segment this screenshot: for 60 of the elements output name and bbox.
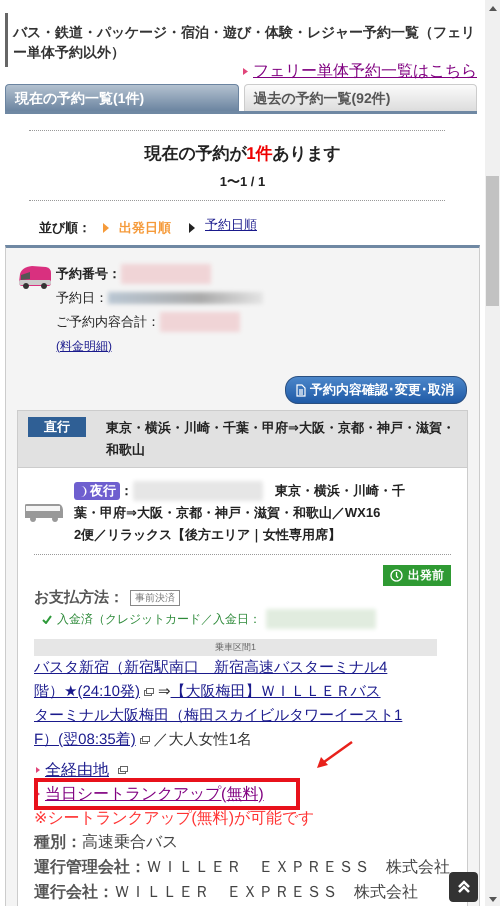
detail-link[interactable]: 全経由地 (45, 760, 109, 780)
bus-detail-text: 2便／リラックス【後方エリア｜女性専用席】 (74, 526, 342, 544)
pointer-arrow (316, 741, 354, 769)
window-icon (144, 688, 154, 696)
arrival-stop-link[interactable]: F）(翌08:35着) (34, 728, 136, 752)
document-icon (296, 384, 306, 396)
sort-label: 並び順： (39, 219, 91, 237)
triangle-icon (36, 791, 40, 797)
scroll-down-icon[interactable] (488, 897, 496, 902)
departure-stop-link[interactable]: 階）★(24:10発) (34, 680, 140, 704)
sort-option[interactable]: 予約日順 (205, 216, 257, 234)
detail-link[interactable]: 当日シートランクアップ(無料) (45, 784, 264, 804)
payment-status-text: 入金済（クレジットカード／入金日： (57, 610, 261, 628)
arrival-stop-link[interactable]: ターミナル大阪梅田（梅田スカイビルタワーイースト1 (34, 704, 402, 728)
triangle-icon (36, 767, 40, 773)
info-value: ＷＩＬＬＥＲ ＥＸＰＲＥＳＳ 株式会社 (146, 859, 450, 876)
triangle-icon (189, 223, 195, 233)
reservation-date-label: 予約日： (56, 289, 108, 307)
van-icon (18, 264, 52, 290)
reservation-count-heading: 現在の予約が1件あります (143, 143, 342, 165)
info-value: 高速乗合バス (82, 834, 178, 851)
scroll-to-top-button[interactable] (449, 872, 478, 902)
triangle-icon (243, 68, 248, 75)
window-icon (118, 766, 128, 774)
segment-header: 乗車区間1 (34, 639, 437, 656)
page-title: バス・鉄道・パッケージ・宿泊・遊び・体験・レジャー予約一覧（フェリー単体予約以外） (13, 23, 476, 62)
info-value: ＷＩＬＬＥＲ ＥＸＰＲＥＳＳ 株式会社 (114, 884, 418, 901)
info-label: 種別： (34, 834, 82, 851)
arrow-text: ⇒ (158, 682, 171, 702)
triangle-icon (103, 223, 109, 233)
separator-text: ： (120, 482, 133, 500)
check-icon (42, 614, 52, 624)
ferry-link[interactable]: フェリー単体予約一覧はこちら (253, 61, 477, 82)
scrollbar[interactable] (485, 0, 500, 906)
tab[interactable]: 過去の予約一覧(92件) (244, 84, 477, 111)
passenger-text: ／大人女性1名 (154, 730, 252, 750)
direct-badge: 直行 (28, 417, 86, 437)
scroll-thumb[interactable] (486, 176, 499, 306)
double-chevron-icon (456, 880, 470, 894)
route-text: 東京・横浜・川崎・千葉・甲府⇒大阪・京都・神戸・滋賀・和歌山 (106, 419, 456, 459)
manage-reservation-button[interactable]: 予約内容確認･変更･取消 (285, 376, 467, 404)
bus-icon (24, 503, 64, 523)
payment-tag: 事前決済 (130, 590, 180, 606)
window-icon (140, 736, 150, 744)
bus-detail-text: 葉・甲府⇒大阪・京都・神戸・滋賀・和歌山／WX16 (74, 504, 380, 522)
fee-details-link[interactable]: (料金明細) (56, 338, 112, 354)
night-badge-label: 夜行 (90, 482, 116, 500)
reservation-number-label: 予約番号： (56, 265, 121, 283)
status-label: 出発前 (408, 567, 444, 584)
info-label: 運行会社： (34, 884, 114, 901)
pagination-text: 1〜1 / 1 (218, 173, 266, 191)
info-label: 運行管理会社： (34, 859, 146, 876)
bus-detail-text: 東京・横浜・川崎・千 (275, 482, 405, 500)
payment-label: お支払方法： (34, 588, 124, 607)
scroll-up-icon[interactable] (488, 6, 496, 11)
upgrade-note: ※シートランクアップ(無料)が可能です (33, 809, 316, 829)
arrival-stop-link[interactable]: 【大阪梅田】ＷＩＬＬＥＲバス (170, 680, 381, 704)
total-label: ご予約内容合計： (56, 313, 160, 331)
clock-icon (390, 569, 403, 582)
departure-stop-link[interactable]: バスタ新宿（新宿駅南口 新宿高速バスターミナル4 (34, 656, 388, 680)
